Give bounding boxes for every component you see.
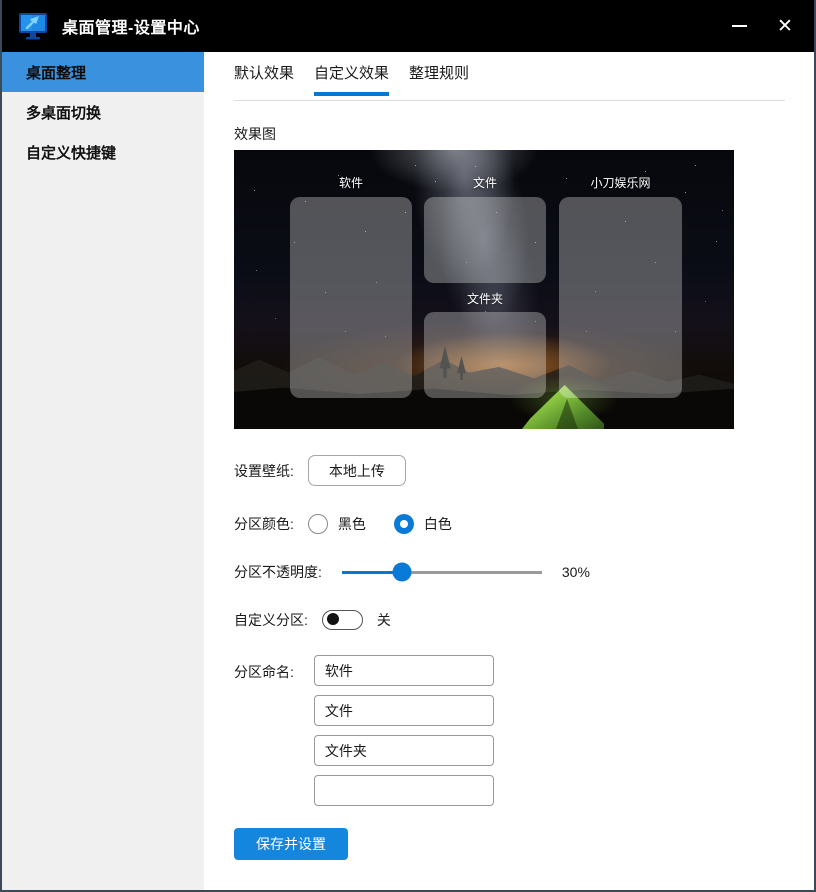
opacity-value: 30%	[562, 564, 590, 580]
titlebar: 桌面管理-设置中心 ✕	[0, 0, 816, 52]
monitor-app-icon	[16, 10, 50, 42]
content-panel: 默认效果 自定义效果 整理规则 效果图 软件 文件 小刀娱乐网 文件夹	[204, 52, 814, 890]
zone-naming-row: 分区命名:	[234, 655, 494, 806]
custom-zone-state: 关	[377, 610, 391, 630]
zone-naming-label: 分区命名:	[234, 655, 294, 806]
sidebar-item-label: 自定义快捷键	[26, 142, 116, 163]
radio-white-label: 白色	[424, 514, 452, 534]
radio-option-white[interactable]: 白色	[394, 514, 452, 534]
zone-label-xiaodao: 小刀娱乐网	[559, 174, 682, 191]
sidebar: 桌面整理 多桌面切换 自定义快捷键	[2, 52, 204, 890]
zone-panel-software	[290, 197, 412, 398]
tab-custom-effect[interactable]: 自定义效果	[314, 62, 389, 96]
sidebar-item-label: 多桌面切换	[26, 102, 101, 123]
opacity-label: 分区不透明度:	[234, 562, 322, 582]
opacity-slider-thumb[interactable]	[392, 562, 411, 581]
custom-zone-toggle[interactable]	[322, 610, 363, 630]
zone-name-input-2[interactable]	[314, 695, 494, 726]
zone-panel-xiaodao	[559, 197, 682, 398]
zone-label-files: 文件	[424, 174, 546, 191]
tab-divider	[234, 100, 785, 101]
opacity-slider[interactable]	[342, 563, 542, 581]
wallpaper-label: 设置壁纸:	[234, 461, 294, 481]
tab-default-effect[interactable]: 默认效果	[234, 62, 294, 96]
wallpaper-preview: 软件 文件 小刀娱乐网 文件夹	[234, 150, 734, 429]
tab-label: 自定义效果	[314, 65, 389, 82]
close-button[interactable]: ✕	[762, 0, 808, 52]
close-icon: ✕	[777, 15, 793, 38]
radio-white-icon[interactable]	[394, 514, 414, 534]
opacity-row: 分区不透明度: 30%	[234, 562, 590, 581]
zone-color-label: 分区颜色:	[234, 514, 294, 534]
minimize-button[interactable]	[716, 0, 762, 52]
tab-organize-rules[interactable]: 整理规则	[409, 62, 469, 96]
sidebar-item-custom-hotkey[interactable]: 自定义快捷键	[2, 132, 204, 172]
save-and-apply-button[interactable]: 保存并设置	[234, 828, 348, 860]
window-title: 桌面管理-设置中心	[62, 14, 200, 38]
tab-label: 默认效果	[234, 65, 294, 82]
zone-label-software: 软件	[290, 174, 412, 191]
minimize-icon	[732, 25, 747, 27]
tab-label: 整理规则	[409, 65, 469, 82]
preview-section-label: 效果图	[234, 124, 276, 144]
app-window: 桌面管理-设置中心 ✕ 桌面整理 多桌面切换 自定义快捷键 默认效果 自定义效果…	[0, 0, 816, 892]
sidebar-item-desktop-organize[interactable]: 桌面整理	[2, 52, 204, 92]
zone-color-row: 分区颜色: 黑色 白色	[234, 513, 466, 534]
custom-zone-label: 自定义分区:	[234, 610, 308, 630]
zone-name-inputs	[314, 655, 494, 806]
zone-name-input-1[interactable]	[314, 655, 494, 686]
main-area: 桌面整理 多桌面切换 自定义快捷键 默认效果 自定义效果 整理规则 效果图	[2, 52, 814, 890]
zone-name-input-3[interactable]	[314, 735, 494, 766]
radio-black-icon[interactable]	[308, 514, 328, 534]
tab-bar: 默认效果 自定义效果 整理规则	[234, 62, 469, 96]
zone-name-input-4[interactable]	[314, 775, 494, 806]
custom-zone-row: 自定义分区: 关	[234, 609, 391, 630]
radio-option-black[interactable]: 黑色	[308, 514, 366, 534]
zone-panel-files	[424, 197, 546, 283]
sidebar-item-label: 桌面整理	[26, 62, 86, 83]
local-upload-button[interactable]: 本地上传	[308, 455, 406, 486]
zone-label-folders: 文件夹	[424, 290, 546, 307]
toggle-knob	[327, 613, 339, 625]
zone-panel-folders	[424, 312, 546, 398]
sidebar-item-multi-desktop[interactable]: 多桌面切换	[2, 92, 204, 132]
window-controls: ✕	[716, 0, 808, 52]
radio-black-label: 黑色	[338, 514, 366, 534]
wallpaper-row: 设置壁纸: 本地上传	[234, 455, 406, 486]
